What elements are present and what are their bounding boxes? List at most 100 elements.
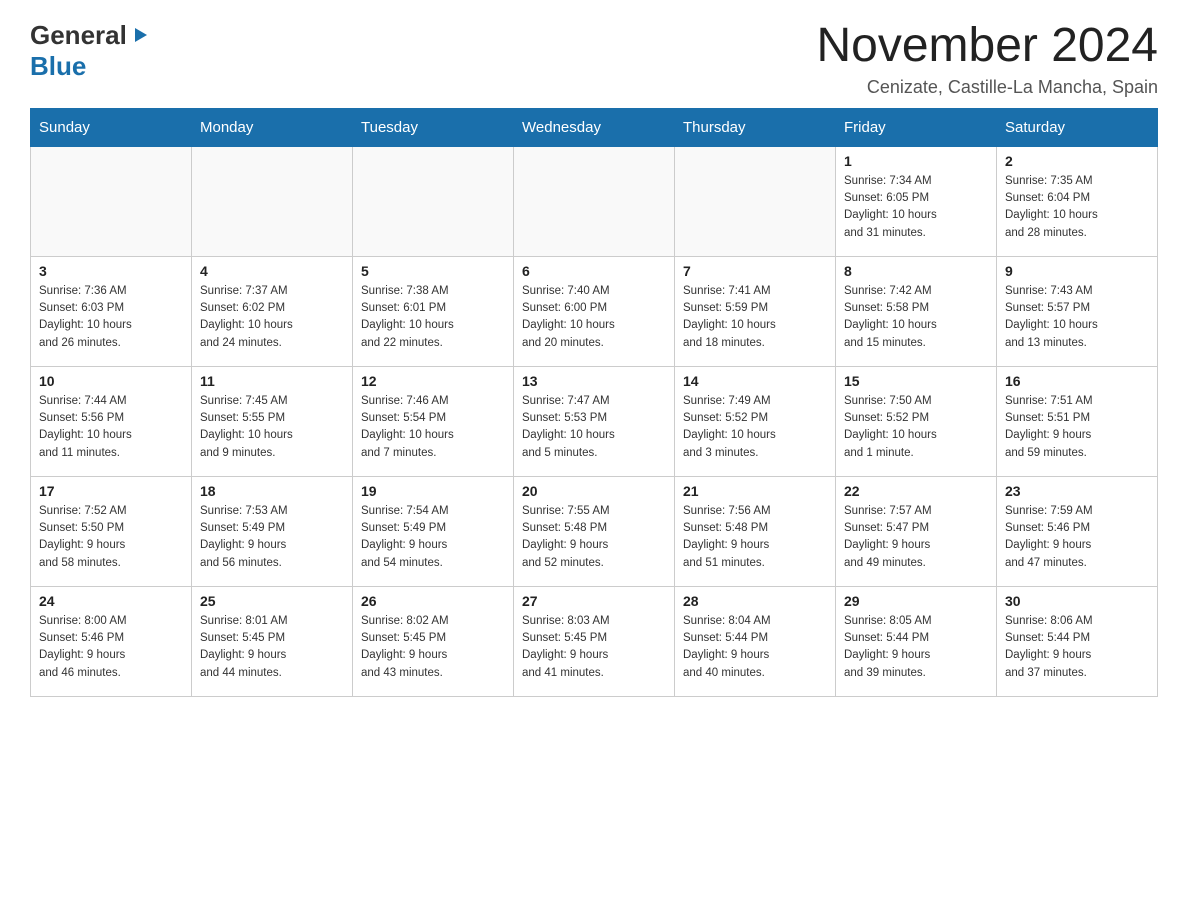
day-number: 3: [39, 263, 183, 279]
day-cell: 12 Sunrise: 7:46 AM Sunset: 5:54 PM Dayli…: [353, 366, 514, 476]
day-info: Sunrise: 8:03 AM Sunset: 5:45 PM Dayligh…: [522, 613, 666, 682]
day-info: Sunrise: 7:36 AM Sunset: 6:03 PM Dayligh…: [39, 283, 183, 352]
day-info: Sunrise: 7:46 AM Sunset: 5:54 PM Dayligh…: [361, 393, 505, 462]
day-info: Sunrise: 7:37 AM Sunset: 6:02 PM Dayligh…: [200, 283, 344, 352]
day-number: 22: [844, 483, 988, 499]
day-cell: 21 Sunrise: 7:56 AM Sunset: 5:48 PM Dayli…: [675, 476, 836, 586]
day-number: 17: [39, 483, 183, 499]
day-cell: 10Sunrise: 7:44 AM Sunset: 5:56 PM Dayli…: [31, 366, 192, 476]
day-cell: 11 Sunrise: 7:45 AM Sunset: 5:55 PM Dayli…: [192, 366, 353, 476]
day-cell: 8 Sunrise: 7:42 AM Sunset: 5:58 PM Daylig…: [836, 256, 997, 366]
week-row-5: 24Sunrise: 8:00 AM Sunset: 5:46 PM Dayli…: [31, 586, 1158, 696]
logo: General Blue: [30, 20, 149, 82]
day-cell: 20 Sunrise: 7:55 AM Sunset: 5:48 PM Dayli…: [514, 476, 675, 586]
day-info: Sunrise: 7:43 AM Sunset: 5:57 PM Dayligh…: [1005, 283, 1149, 352]
weekday-header-monday: Monday: [192, 108, 353, 146]
day-cell: 4 Sunrise: 7:37 AM Sunset: 6:02 PM Daylig…: [192, 256, 353, 366]
day-info: Sunrise: 8:00 AM Sunset: 5:46 PM Dayligh…: [39, 613, 183, 682]
day-cell: 18Sunrise: 7:53 AM Sunset: 5:49 PM Dayli…: [192, 476, 353, 586]
day-cell: [514, 146, 675, 256]
day-number: 1: [844, 153, 988, 169]
day-info: Sunrise: 7:54 AM Sunset: 5:49 PM Dayligh…: [361, 503, 505, 572]
logo-arrow-icon: [131, 26, 149, 49]
day-info: Sunrise: 7:56 AM Sunset: 5:48 PM Dayligh…: [683, 503, 827, 572]
day-info: Sunrise: 7:50 AM Sunset: 5:52 PM Dayligh…: [844, 393, 988, 462]
day-cell: 7 Sunrise: 7:41 AM Sunset: 5:59 PM Daylig…: [675, 256, 836, 366]
weekday-header-tuesday: Tuesday: [353, 108, 514, 146]
weekday-header-sunday: Sunday: [31, 108, 192, 146]
day-number: 7: [683, 263, 827, 279]
day-cell: 16Sunrise: 7:51 AM Sunset: 5:51 PM Dayli…: [997, 366, 1158, 476]
day-cell: 30 Sunrise: 8:06 AM Sunset: 5:44 PM Dayli…: [997, 586, 1158, 696]
day-info: Sunrise: 7:57 AM Sunset: 5:47 PM Dayligh…: [844, 503, 988, 572]
day-number: 20: [522, 483, 666, 499]
logo-general: General: [30, 20, 127, 51]
day-cell: 14Sunrise: 7:49 AM Sunset: 5:52 PM Dayli…: [675, 366, 836, 476]
day-info: Sunrise: 8:06 AM Sunset: 5:44 PM Dayligh…: [1005, 613, 1149, 682]
day-number: 28: [683, 593, 827, 609]
day-info: Sunrise: 7:52 AM Sunset: 5:50 PM Dayligh…: [39, 503, 183, 572]
day-cell: 19Sunrise: 7:54 AM Sunset: 5:49 PM Dayli…: [353, 476, 514, 586]
day-cell: 17 Sunrise: 7:52 AM Sunset: 5:50 PM Dayli…: [31, 476, 192, 586]
day-info: Sunrise: 7:45 AM Sunset: 5:55 PM Dayligh…: [200, 393, 344, 462]
day-number: 30: [1005, 593, 1149, 609]
day-cell: 25 Sunrise: 8:01 AM Sunset: 5:45 PM Dayli…: [192, 586, 353, 696]
day-cell: 6 Sunrise: 7:40 AM Sunset: 6:00 PM Daylig…: [514, 256, 675, 366]
logo-blue: Blue: [30, 51, 86, 81]
calendar-table: SundayMondayTuesdayWednesdayThursdayFrid…: [30, 108, 1158, 697]
day-cell: 28Sunrise: 8:04 AM Sunset: 5:44 PM Dayli…: [675, 586, 836, 696]
day-number: 18: [200, 483, 344, 499]
day-cell: [675, 146, 836, 256]
day-number: 29: [844, 593, 988, 609]
day-info: Sunrise: 7:49 AM Sunset: 5:52 PM Dayligh…: [683, 393, 827, 462]
weekday-header-friday: Friday: [836, 108, 997, 146]
day-number: 4: [200, 263, 344, 279]
day-number: 2: [1005, 153, 1149, 169]
day-info: Sunrise: 7:42 AM Sunset: 5:58 PM Dayligh…: [844, 283, 988, 352]
day-number: 6: [522, 263, 666, 279]
day-number: 11: [200, 373, 344, 389]
page-header: General Blue November 2024 Cenizate, Cas…: [30, 20, 1158, 98]
day-info: Sunrise: 7:47 AM Sunset: 5:53 PM Dayligh…: [522, 393, 666, 462]
day-info: Sunrise: 7:41 AM Sunset: 5:59 PM Dayligh…: [683, 283, 827, 352]
day-cell: 9 Sunrise: 7:43 AM Sunset: 5:57 PM Daylig…: [997, 256, 1158, 366]
day-info: Sunrise: 7:55 AM Sunset: 5:48 PM Dayligh…: [522, 503, 666, 572]
day-number: 25: [200, 593, 344, 609]
day-info: Sunrise: 7:40 AM Sunset: 6:00 PM Dayligh…: [522, 283, 666, 352]
day-cell: [31, 146, 192, 256]
day-cell: 24Sunrise: 8:00 AM Sunset: 5:46 PM Dayli…: [31, 586, 192, 696]
day-info: Sunrise: 8:05 AM Sunset: 5:44 PM Dayligh…: [844, 613, 988, 682]
weekday-header-row: SundayMondayTuesdayWednesdayThursdayFrid…: [31, 108, 1158, 146]
week-row-1: 1 Sunrise: 7:34 AM Sunset: 6:05 PM Daylig…: [31, 146, 1158, 256]
day-info: Sunrise: 7:34 AM Sunset: 6:05 PM Dayligh…: [844, 173, 988, 242]
day-cell: 26Sunrise: 8:02 AM Sunset: 5:45 PM Dayli…: [353, 586, 514, 696]
week-row-4: 17 Sunrise: 7:52 AM Sunset: 5:50 PM Dayli…: [31, 476, 1158, 586]
day-cell: [353, 146, 514, 256]
day-cell: [192, 146, 353, 256]
week-row-2: 3 Sunrise: 7:36 AM Sunset: 6:03 PM Daylig…: [31, 256, 1158, 366]
day-info: Sunrise: 7:51 AM Sunset: 5:51 PM Dayligh…: [1005, 393, 1149, 462]
day-info: Sunrise: 7:35 AM Sunset: 6:04 PM Dayligh…: [1005, 173, 1149, 242]
day-number: 5: [361, 263, 505, 279]
day-number: 8: [844, 263, 988, 279]
day-number: 9: [1005, 263, 1149, 279]
day-cell: 15Sunrise: 7:50 AM Sunset: 5:52 PM Dayli…: [836, 366, 997, 476]
month-title: November 2024: [816, 20, 1158, 73]
day-cell: 1 Sunrise: 7:34 AM Sunset: 6:05 PM Daylig…: [836, 146, 997, 256]
day-number: 12: [361, 373, 505, 389]
day-number: 27: [522, 593, 666, 609]
title-block: November 2024 Cenizate, Castille-La Manc…: [816, 20, 1158, 98]
day-cell: 5Sunrise: 7:38 AM Sunset: 6:01 PM Daylig…: [353, 256, 514, 366]
day-cell: 13 Sunrise: 7:47 AM Sunset: 5:53 PM Dayli…: [514, 366, 675, 476]
day-number: 21: [683, 483, 827, 499]
day-number: 10: [39, 373, 183, 389]
day-number: 23: [1005, 483, 1149, 499]
weekday-header-thursday: Thursday: [675, 108, 836, 146]
weekday-header-saturday: Saturday: [997, 108, 1158, 146]
weekday-header-wednesday: Wednesday: [514, 108, 675, 146]
day-info: Sunrise: 8:01 AM Sunset: 5:45 PM Dayligh…: [200, 613, 344, 682]
day-number: 26: [361, 593, 505, 609]
week-row-3: 10Sunrise: 7:44 AM Sunset: 5:56 PM Dayli…: [31, 366, 1158, 476]
day-number: 13: [522, 373, 666, 389]
day-cell: 27 Sunrise: 8:03 AM Sunset: 5:45 PM Dayli…: [514, 586, 675, 696]
